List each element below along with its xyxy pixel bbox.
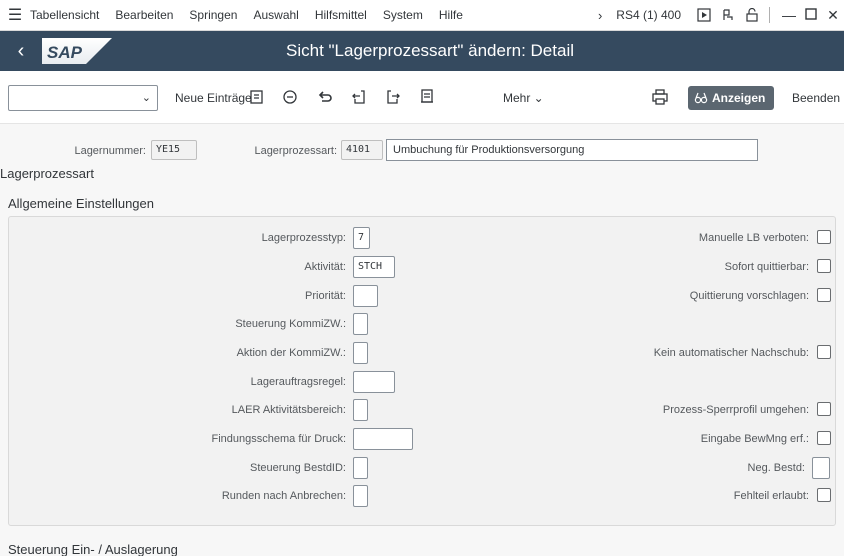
negative-stock-label: Neg. Bestd:	[747, 462, 805, 474]
rounding-label: Runden nach Anbrechen:	[221, 490, 346, 502]
immediate-confirm-checkbox[interactable]	[817, 259, 831, 273]
previous-entry-icon[interactable]	[350, 88, 368, 106]
command-field[interactable]: ⌄	[8, 85, 158, 111]
menubar-separator	[769, 7, 770, 23]
warehouse-order-rule-input[interactable]	[353, 371, 395, 393]
menu-bearbeiten[interactable]: Bearbeiten	[115, 8, 173, 22]
title-bar: ‹ SAP Sicht "Lagerprozessart" ändern: De…	[0, 31, 844, 71]
menu-hilfsmittel[interactable]: Hilfsmittel	[315, 8, 367, 22]
pick-point-action-label: Aktion der KommiZW.:	[236, 347, 346, 359]
no-auto-replenishment-label: Kein automatischer Nachschub:	[653, 347, 809, 359]
chevron-down-icon[interactable]: ⌄	[142, 91, 151, 104]
glasses-icon	[694, 92, 708, 104]
qty-entry-required-checkbox[interactable]	[817, 431, 831, 445]
hamburger-menu-icon[interactable]: ☰	[2, 5, 28, 25]
group-title-putaway-removal: Steuerung Ein- / Auslagerung	[8, 542, 178, 556]
stock-id-control-input[interactable]	[353, 457, 368, 479]
process-type-field[interactable]: 4101	[341, 140, 383, 160]
missing-part-allowed-checkbox[interactable]	[817, 488, 831, 502]
section-lagerprozessart: Lagerprozessart	[0, 166, 94, 181]
missing-part-allowed-label: Fehlteil erlaubt:	[733, 490, 809, 502]
more-label: Mehr	[503, 91, 531, 105]
more-menu-button[interactable]: Mehr ⌄	[503, 91, 544, 105]
minimize-icon[interactable]: —	[778, 7, 800, 23]
manual-dest-bin-forbidden-checkbox[interactable]	[817, 230, 831, 244]
undo-icon[interactable]	[316, 88, 334, 106]
propose-confirm-checkbox[interactable]	[817, 288, 831, 302]
qty-entry-required-label: Eingabe BewMng erf.:	[700, 433, 809, 445]
negative-stock-input[interactable]	[812, 457, 830, 479]
warehouse-number-field[interactable]: YE15	[151, 140, 197, 160]
display-label: Anzeigen	[712, 91, 766, 105]
menu-springen[interactable]: Springen	[189, 8, 237, 22]
maximize-icon[interactable]	[800, 7, 822, 23]
warehouse-order-rule-label: Lagerauftragsregel:	[250, 376, 346, 388]
print-procedure-input[interactable]	[353, 428, 413, 450]
system-info[interactable]: RS4 (1) 400	[616, 8, 681, 22]
pick-point-control-label: Steuerung KommiZW.:	[235, 318, 346, 330]
page-title: Sicht "Lagerprozessart" ändern: Detail	[286, 41, 574, 60]
propose-confirm-label: Quittierung vorschlagen:	[689, 290, 809, 302]
play-icon[interactable]	[693, 7, 715, 23]
immediate-confirm-label: Sofort quittierbar:	[724, 261, 809, 273]
activity-input[interactable]: STCH	[353, 256, 395, 278]
chevron-right-icon[interactable]: ›	[598, 8, 602, 23]
next-entry-icon[interactable]	[384, 88, 402, 106]
process-category-input[interactable]: 7	[353, 227, 370, 249]
manual-dest-bin-forbidden-label: Manuelle LB verboten:	[698, 232, 809, 244]
bypass-lock-profile-label: Prozess-Sperrprofil umgehen:	[662, 404, 809, 416]
pick-point-action-input[interactable]	[353, 342, 368, 364]
warehouse-number-label: Lagernummer:	[74, 145, 146, 157]
menu-tabellensicht[interactable]: Tabellensicht	[30, 8, 99, 22]
priority-label: Priorität:	[305, 290, 346, 302]
delete-icon[interactable]	[281, 88, 299, 106]
display-button[interactable]: Anzeigen	[688, 86, 774, 110]
back-icon[interactable]: ‹	[6, 40, 36, 63]
print-procedure-label: Findungsschema für Druck:	[211, 433, 347, 445]
process-category-label: Lagerprozesstyp:	[261, 232, 346, 244]
new-entries-button[interactable]: Neue Einträge	[175, 91, 252, 105]
sap-logo: SAP	[42, 38, 112, 64]
menu-auswahl[interactable]: Auswahl	[253, 8, 298, 22]
process-type-description[interactable]: Umbuchung für Produktionsversorgung	[386, 139, 758, 161]
lock-icon[interactable]	[741, 7, 763, 23]
activity-label: Aktivität:	[304, 261, 346, 273]
close-icon[interactable]: ✕	[822, 7, 844, 24]
customize-icon[interactable]	[717, 7, 739, 23]
group-title-general: Allgemeine Einstellungen	[8, 196, 154, 211]
pick-point-control-input[interactable]	[353, 313, 368, 335]
menu-bar: ☰ Tabellensicht Bearbeiten Springen Ausw…	[0, 0, 844, 31]
no-auto-replenishment-checkbox[interactable]	[817, 345, 831, 359]
activity-area-label: LAER Aktivitätsbereich:	[231, 404, 346, 416]
rounding-input[interactable]	[353, 485, 368, 507]
menu-system[interactable]: System	[383, 8, 423, 22]
exit-button[interactable]: Beenden	[792, 91, 840, 105]
activity-area-input[interactable]	[353, 399, 368, 421]
application-toolbar: ⌄ Neue Einträge Mehr ⌄ Anzeigen Beenden	[0, 71, 844, 124]
menu-hilfe[interactable]: Hilfe	[439, 8, 463, 22]
print-icon[interactable]	[651, 88, 669, 106]
print-overview-icon[interactable]	[418, 88, 436, 106]
copy-as-icon[interactable]	[248, 88, 266, 106]
bypass-lock-profile-checkbox[interactable]	[817, 402, 831, 416]
stock-id-control-label: Steuerung BestdID:	[249, 462, 346, 474]
priority-input[interactable]	[353, 285, 378, 307]
process-type-label: Lagerprozessart:	[254, 145, 337, 157]
svg-text:SAP: SAP	[47, 43, 83, 62]
